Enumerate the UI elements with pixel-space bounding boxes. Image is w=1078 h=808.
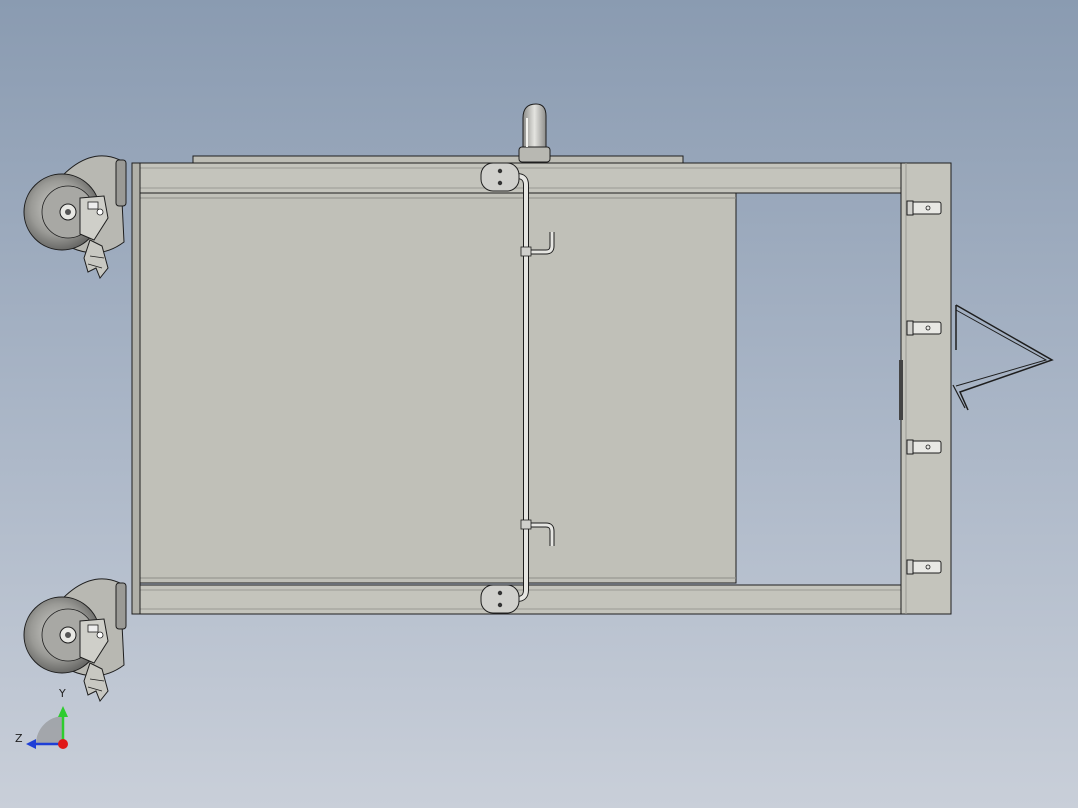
- cad-viewport[interactable]: Y Z: [0, 0, 1078, 808]
- end-plate-latch: [899, 360, 903, 420]
- caster-wheel-icon: [23, 578, 127, 702]
- axis-z-label: Z: [15, 732, 23, 745]
- caster-wheel-icon: [23, 155, 127, 279]
- cart-top-view-drawing: [23, 103, 1054, 749]
- coordinate-triad-icon: [26, 706, 68, 749]
- tray-panel: [139, 192, 737, 584]
- axis-y-label: Y: [59, 687, 66, 700]
- tank-rim: [192, 155, 684, 164]
- drain-pipe: [518, 103, 551, 163]
- right-end-plate: [900, 162, 952, 615]
- left-frame-post: [131, 162, 141, 615]
- pull-handle: [952, 304, 1054, 411]
